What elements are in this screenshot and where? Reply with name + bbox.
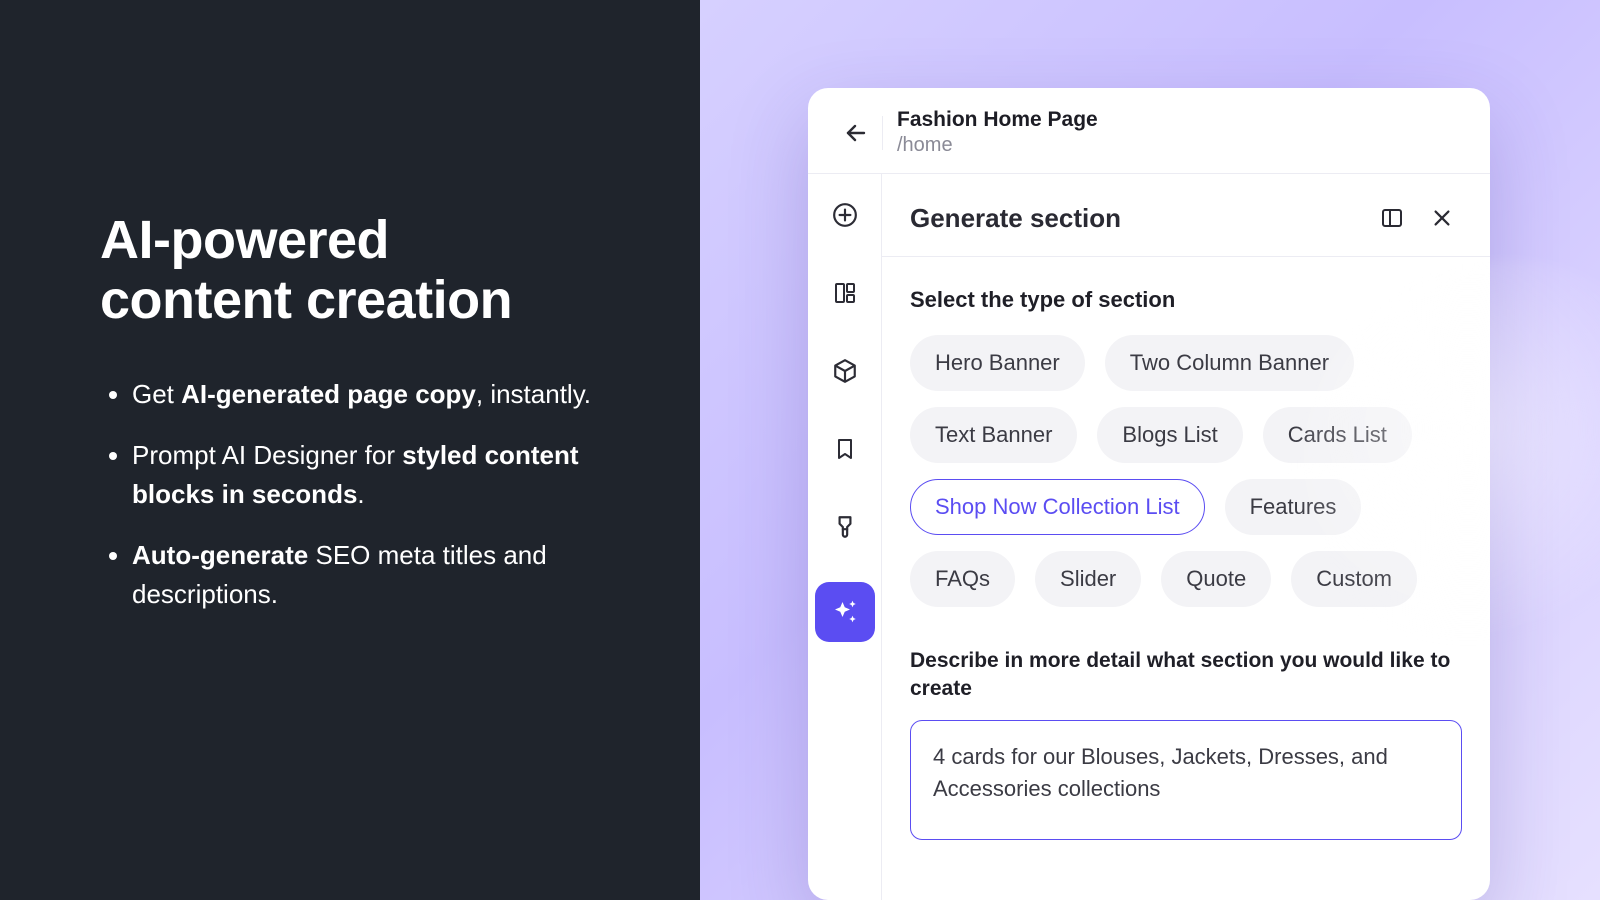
section-type-label: Select the type of section (910, 287, 1462, 313)
sparkles-icon (830, 597, 860, 627)
prompt-input[interactable]: 4 cards for our Blouses, Jackets, Dresse… (910, 720, 1462, 840)
bullet-2: Prompt AI Designer for styled content bl… (132, 436, 640, 514)
panel-layout-icon (1380, 206, 1404, 230)
headline-line2: content creation (100, 270, 512, 330)
panel-content: Select the type of section Hero Banner Tw… (882, 257, 1490, 840)
rail-cube[interactable] (822, 348, 868, 394)
marketing-headline: AI-powered content creation (100, 210, 640, 331)
section-type-chip[interactable]: Slider (1035, 551, 1141, 607)
describe-label: Describe in more detail what section you… (910, 647, 1462, 704)
add-icon (832, 202, 858, 228)
section-type-chip[interactable]: Shop Now Collection List (910, 479, 1205, 535)
section-type-chips: Hero Banner Two Column Banner Text Banner B… (910, 335, 1462, 607)
section-type-chip[interactable]: Features (1225, 479, 1362, 535)
back-button[interactable] (836, 113, 876, 153)
panel-title: Generate section (910, 203, 1362, 234)
rail-add[interactable] (822, 192, 868, 238)
app-header: Fashion Home Page /home (808, 88, 1490, 174)
rail-bookmark[interactable] (822, 426, 868, 472)
marketing-bullets: Get AI-generated page copy, instantly. P… (100, 375, 640, 614)
section-type-chip[interactable]: Text Banner (910, 407, 1077, 463)
rail-layout[interactable] (822, 270, 868, 316)
section-type-chip[interactable]: Hero Banner (910, 335, 1085, 391)
bookmark-icon (833, 437, 857, 461)
header-divider (882, 116, 883, 150)
marketing-panel: AI-powered content creation Get AI-gener… (0, 0, 700, 900)
bullet-3: Auto-generate SEO meta titles and descri… (132, 536, 640, 614)
cube-icon (832, 358, 858, 384)
layout-icon (833, 281, 857, 305)
close-button[interactable] (1422, 198, 1462, 238)
bullet-1: Get AI-generated page copy, instantly. (132, 375, 640, 414)
page-title: Fashion Home Page (897, 108, 1098, 132)
sidebar-toggle-button[interactable] (1372, 198, 1412, 238)
brush-icon (832, 514, 858, 540)
section-type-chip[interactable]: FAQs (910, 551, 1015, 607)
section-type-chip[interactable]: Quote (1161, 551, 1271, 607)
generate-panel: Generate section Select the type of sect… (882, 174, 1490, 900)
panel-header: Generate section (882, 174, 1490, 257)
preview-backdrop: Fashion Home Page /home (700, 0, 1600, 900)
rail-brush[interactable] (822, 504, 868, 550)
side-rail (808, 174, 882, 900)
arrow-left-icon (844, 121, 868, 145)
headline-line1: AI-powered (100, 210, 389, 270)
section-type-chip[interactable]: Two Column Banner (1105, 335, 1354, 391)
app-window: Fashion Home Page /home (808, 88, 1490, 900)
close-icon (1431, 207, 1453, 229)
section-type-chip[interactable]: Blogs List (1097, 407, 1242, 463)
section-type-chip[interactable]: Custom (1291, 551, 1417, 607)
rail-ai[interactable] (815, 582, 875, 642)
section-type-chip[interactable]: Cards List (1263, 407, 1412, 463)
page-path: /home (897, 134, 1098, 157)
page-names: Fashion Home Page /home (897, 108, 1098, 157)
